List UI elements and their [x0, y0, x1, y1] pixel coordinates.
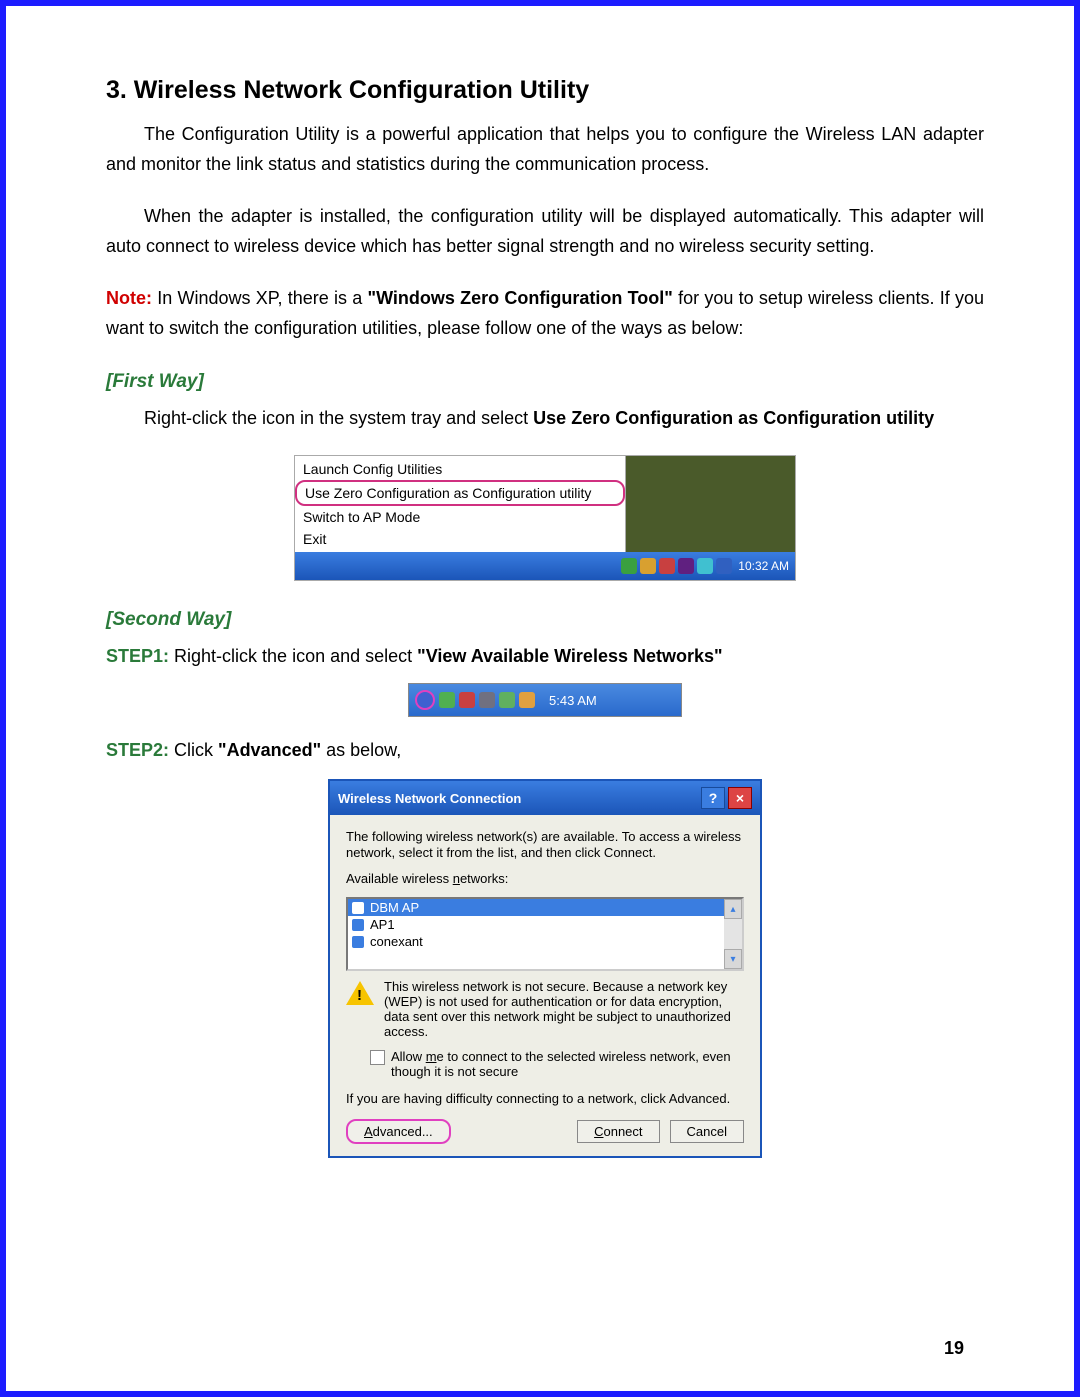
menu-item-launch[interactable]: Launch Config Utilities	[295, 458, 625, 480]
warning-icon	[346, 981, 374, 1005]
wireless-tray-icon[interactable]	[415, 690, 435, 710]
clock: 10:32 AM	[738, 559, 789, 573]
step2-label: STEP2:	[106, 740, 169, 760]
tray-icon[interactable]	[519, 692, 535, 708]
screenshot-tray-strip: 5:43 AM	[408, 683, 682, 717]
system-tray-2	[415, 690, 535, 710]
tray-icon[interactable]	[499, 692, 515, 708]
checkbox-label: Allow me to connect to the selected wire…	[391, 1049, 744, 1079]
tray-icon[interactable]	[697, 558, 713, 574]
network-name: DBM AP	[370, 900, 419, 915]
step2-line: STEP2: Click "Advanced" as below,	[106, 735, 984, 765]
dialog-intro-text: The following wireless network(s) are av…	[346, 829, 744, 861]
first-way-bold: Use Zero Configuration as Configuration …	[533, 408, 934, 428]
advanced-button[interactable]: Advanced...	[346, 1119, 451, 1144]
clock-2: 5:43 AM	[549, 693, 597, 708]
tray-icon[interactable]	[439, 692, 455, 708]
note-label: Note:	[106, 288, 152, 308]
context-menu: Launch Config Utilities Use Zero Configu…	[295, 456, 626, 552]
menu-item-zero-config[interactable]: Use Zero Configuration as Configuration …	[295, 480, 625, 506]
close-button[interactable]: ×	[728, 787, 752, 809]
tray-icon[interactable]	[659, 558, 675, 574]
paragraph-intro-2: When the adapter is installed, the confi…	[106, 201, 984, 261]
paragraph-intro-1: The Configuration Utility is a powerful …	[106, 119, 984, 179]
scrollbar[interactable]: ▴ ▾	[724, 899, 742, 969]
wireless-connection-dialog: Wireless Network Connection ? × The foll…	[328, 779, 762, 1158]
taskbar: 10:32 AM	[295, 552, 795, 580]
network-name: AP1	[370, 917, 395, 932]
tray-icon[interactable]	[479, 692, 495, 708]
connect-button[interactable]: Connect	[577, 1120, 659, 1143]
trouble-text: If you are having difficulty connecting …	[346, 1091, 744, 1107]
allow-connect-checkbox[interactable]	[370, 1050, 385, 1065]
step1-label: STEP1:	[106, 646, 169, 666]
page-number: 19	[944, 1338, 964, 1359]
tray-icon[interactable]	[459, 692, 475, 708]
networks-listbox[interactable]: DBM AP AP1 conexant ▴ ▾	[346, 897, 744, 971]
network-icon	[352, 936, 364, 948]
warning-text: This wireless network is not secure. Bec…	[384, 979, 744, 1039]
dialog-title-text: Wireless Network Connection	[338, 791, 521, 806]
help-button[interactable]: ?	[701, 787, 725, 809]
desktop-background	[626, 456, 795, 552]
network-icon	[352, 902, 364, 914]
tray-icon[interactable]	[716, 558, 732, 574]
scroll-up-icon[interactable]: ▴	[724, 899, 742, 919]
first-way-heading: [First Way]	[106, 371, 984, 393]
network-icon	[352, 919, 364, 931]
first-way-text: Right-click the icon in the system tray …	[106, 403, 984, 433]
cancel-button[interactable]: Cancel	[670, 1120, 744, 1143]
note-bold-tool: "Windows Zero Configuration Tool"	[368, 288, 673, 308]
network-list-item[interactable]: conexant	[348, 933, 742, 950]
screenshot-context-menu: Launch Config Utilities Use Zero Configu…	[294, 455, 796, 581]
step1-line: STEP1: Right-click the icon and select "…	[106, 641, 984, 671]
network-list-item[interactable]: AP1	[348, 916, 742, 933]
list-label: Available wireless networks:	[346, 871, 744, 887]
network-list-item[interactable]: DBM AP	[348, 899, 742, 916]
system-tray	[621, 558, 732, 574]
step1-bold: "View Available Wireless Networks"	[417, 646, 722, 666]
menu-item-ap-mode[interactable]: Switch to AP Mode	[295, 506, 625, 528]
paragraph-note: Note: In Windows XP, there is a "Windows…	[106, 283, 984, 343]
tray-icon[interactable]	[621, 558, 637, 574]
network-name: conexant	[370, 934, 423, 949]
scroll-down-icon[interactable]: ▾	[724, 949, 742, 969]
second-way-heading: [Second Way]	[106, 609, 984, 631]
menu-item-exit[interactable]: Exit	[295, 528, 625, 550]
section-heading: 3. Wireless Network Configuration Utilit…	[106, 76, 984, 105]
tray-icon[interactable]	[640, 558, 656, 574]
tray-icon[interactable]	[678, 558, 694, 574]
dialog-titlebar: Wireless Network Connection ? ×	[330, 781, 760, 815]
step2-bold: "Advanced"	[218, 740, 321, 760]
